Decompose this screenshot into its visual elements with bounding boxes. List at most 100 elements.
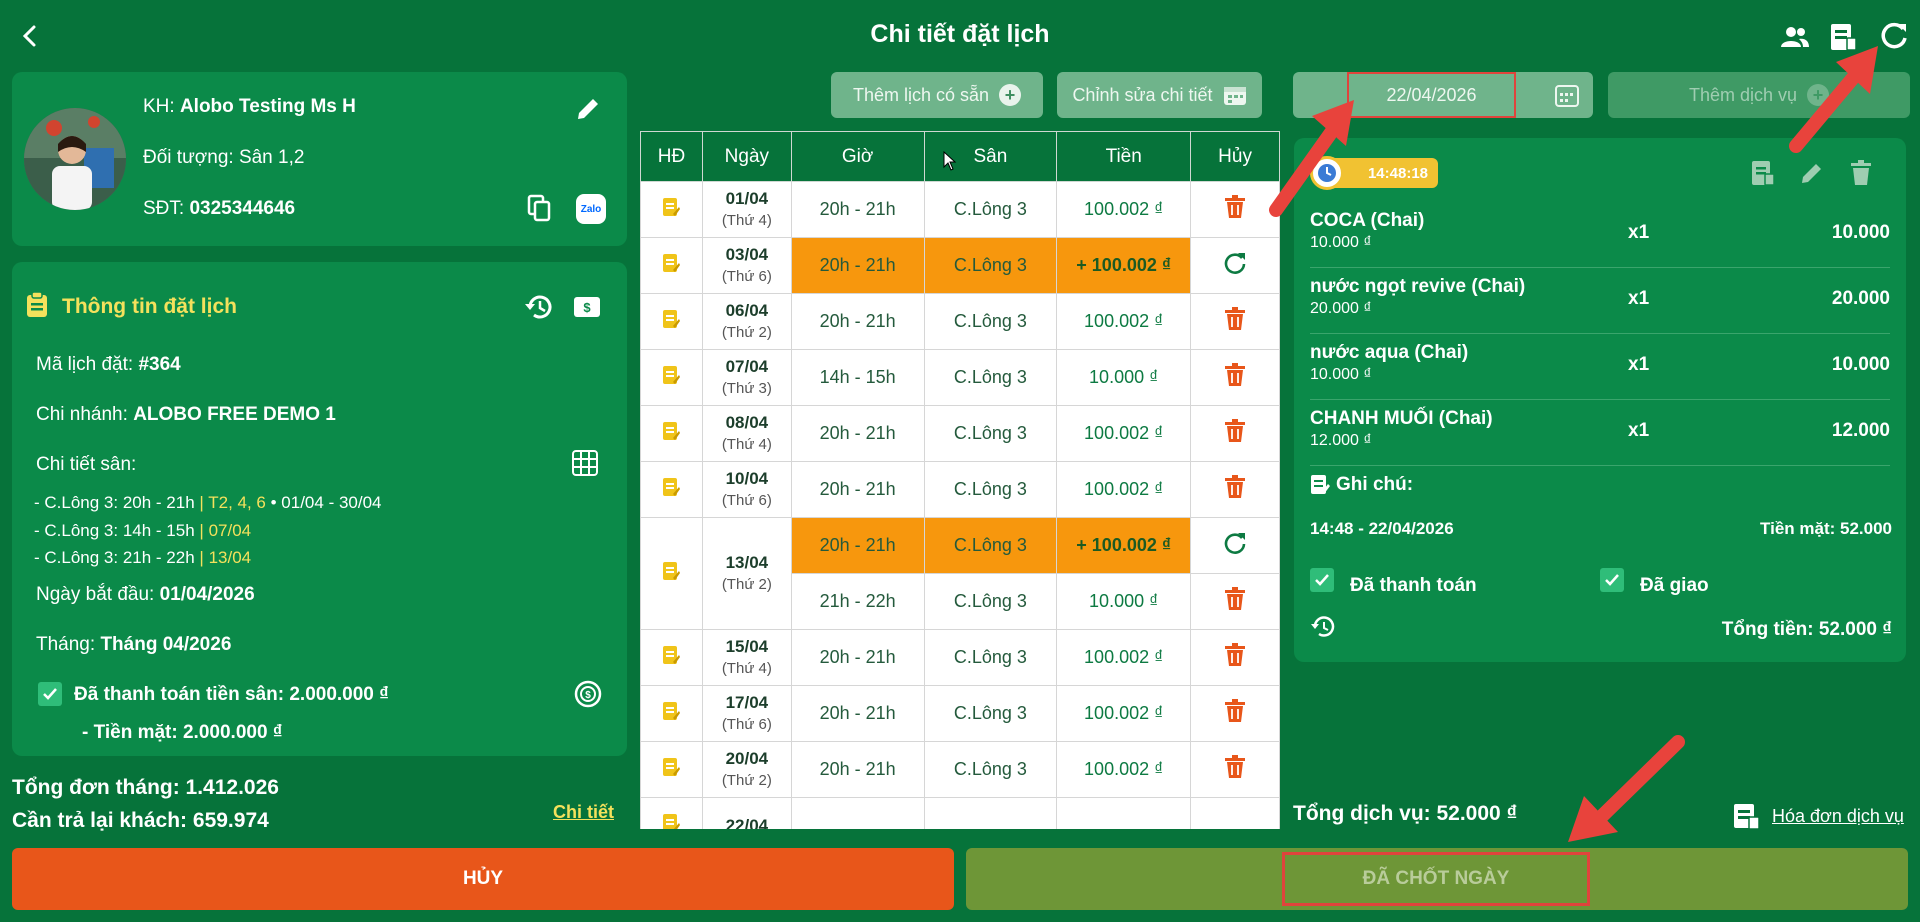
invoice-cell[interactable]	[640, 349, 703, 406]
invoice-cell[interactable]	[640, 293, 703, 350]
invoice-cell[interactable]	[640, 629, 703, 686]
court-grid-button[interactable]	[570, 448, 600, 478]
price-cell: 100.002 ₫	[1056, 629, 1192, 686]
invoice-cell[interactable]	[640, 517, 703, 630]
service-unit-price: 10.000 ₫	[1310, 234, 1372, 251]
date-cell: 07/04 (Thứ 3)	[701, 349, 792, 406]
cancel-row-button[interactable]	[1190, 741, 1280, 798]
receipt-icon	[1831, 24, 1857, 51]
calendar-icon	[1555, 85, 1579, 107]
check-icon	[1315, 574, 1329, 586]
cancel-row-button[interactable]	[1190, 573, 1280, 630]
services-total: Tổng dịch vụ: 52.000 ₫	[1293, 802, 1518, 825]
cancel-row-button[interactable]	[1190, 797, 1280, 829]
cancel-row-button[interactable]	[1190, 629, 1280, 686]
invoice-cell[interactable]	[640, 237, 703, 294]
cancel-row-button[interactable]	[1190, 685, 1280, 742]
service-line-total: 12.000	[1831, 420, 1890, 441]
price-cell: 10.000 ₫	[1056, 349, 1192, 406]
date-cell: 22/04	[701, 797, 792, 829]
service-paid-checkbox[interactable]	[1310, 568, 1334, 592]
cancel-row-button[interactable]	[1190, 293, 1280, 350]
svg-text:$: $	[583, 300, 591, 315]
edit-customer-button[interactable]	[573, 94, 603, 124]
mouse-cursor-icon	[943, 151, 957, 171]
court-cell: C.Lông 3	[923, 741, 1058, 798]
date-picker[interactable]: 22/04/2026	[1293, 72, 1593, 118]
payment-history-button[interactable]: $	[572, 678, 604, 710]
refresh-button[interactable]	[1876, 18, 1912, 54]
court-cell: C.Lông 3	[923, 405, 1058, 462]
court-cell: C.Lông 3	[923, 685, 1058, 742]
customer-name-row: KH: Alobo Testing Ms H	[143, 96, 356, 117]
paid-checkbox[interactable]	[38, 682, 62, 706]
zalo-button[interactable]: Zalo	[576, 194, 606, 224]
invoice-cell[interactable]	[640, 741, 703, 798]
service-name: nước aqua (Chai)	[1310, 342, 1469, 363]
time-cell: 20h - 21h	[790, 293, 925, 350]
service-item: CHANH MUỐI (Chai) 12.000 ₫ x1 12.000	[1310, 400, 1890, 466]
note-icon	[663, 198, 681, 216]
copy-phone-button[interactable]	[524, 192, 554, 224]
cancel-row-button[interactable]	[1190, 349, 1280, 406]
cancel-row-button[interactable]	[1190, 405, 1280, 462]
service-history-button[interactable]	[1308, 612, 1338, 642]
add-schedule-button[interactable]: Thêm lịch có sẵn +	[831, 72, 1043, 118]
price-cell: + 100.002 ₫	[1056, 237, 1192, 294]
court-detail-item: - C.Lông 3: 14h - 15h | 07/04	[34, 520, 252, 540]
restore-button[interactable]	[1190, 237, 1280, 294]
time-cell: 20h - 21h	[790, 517, 925, 574]
note-icon	[663, 646, 681, 664]
service-qty: x1	[1628, 222, 1650, 243]
people-icon	[1781, 27, 1809, 47]
cancel-row-button[interactable]	[1190, 461, 1280, 518]
trash-icon	[1225, 587, 1246, 610]
invoice-cell[interactable]	[640, 181, 703, 238]
service-invoice-link[interactable]: Hóa đơn dịch vụ	[1772, 806, 1904, 827]
edit-service-button[interactable]	[1797, 158, 1827, 188]
month-row: Tháng: Tháng 04/2026	[36, 634, 232, 655]
delivered-checkbox[interactable]	[1600, 568, 1624, 592]
note-icon	[663, 310, 681, 328]
invoice-header-button[interactable]	[1826, 20, 1860, 54]
note-icon	[663, 562, 681, 580]
detail-link[interactable]: Chi tiết	[553, 802, 614, 823]
time-cell: 20h - 21h	[790, 237, 925, 294]
payment-button[interactable]: $	[572, 292, 602, 322]
total-month: Tổng đơn tháng: 1.412.026	[12, 776, 279, 799]
invoice-cell[interactable]	[640, 461, 703, 518]
restore-button[interactable]	[1190, 517, 1280, 574]
date-cell: 06/04 (Thứ 2)	[701, 293, 792, 350]
cancel-row-button[interactable]	[1190, 181, 1280, 238]
price-cell: 100.002 ₫	[1056, 293, 1192, 350]
date-cell: 10/04 (Thứ 6)	[701, 461, 792, 518]
note-icon	[1310, 474, 1330, 496]
cancel-button[interactable]: HỦY	[12, 848, 954, 910]
delete-service-button[interactable]	[1846, 158, 1876, 188]
court-cell: C.Lông 3	[923, 349, 1058, 406]
time-cell: 21h - 22h	[790, 573, 925, 630]
service-item: COCA (Chai) 10.000 ₫ x1 10.000	[1310, 202, 1890, 268]
edit-detail-button[interactable]: Chỉnh sửa chi tiết	[1057, 72, 1262, 118]
time-cell: 20h - 21h	[790, 181, 925, 238]
history-button[interactable]	[522, 290, 556, 324]
add-service-button[interactable]: Thêm dịch vụ +	[1608, 72, 1910, 118]
service-name: CHANH MUỐI (Chai)	[1310, 408, 1493, 429]
date-cell: 13/04 (Thứ 2)	[701, 517, 792, 630]
service-invoice-button[interactable]	[1748, 158, 1778, 188]
closed-day-button[interactable]: ĐÃ CHỐT NGÀY	[966, 848, 1908, 910]
delivered-label: Đã giao	[1640, 575, 1709, 596]
price-cell: 100.002 ₫	[1056, 741, 1192, 798]
invoice-cell[interactable]	[640, 797, 703, 829]
refund-icon: $	[574, 680, 602, 708]
note-icon	[663, 254, 681, 272]
note-icon	[663, 758, 681, 776]
service-qty: x1	[1628, 354, 1650, 375]
customers-button[interactable]	[1778, 22, 1812, 52]
invoice-cell[interactable]	[640, 405, 703, 462]
customer-panel: KH: Alobo Testing Ms H Đối tượng: Sân 1,…	[12, 72, 627, 246]
service-card: 14:48:18 COCA (Chai) 10.000 ₫ x1 10.000 n…	[1294, 138, 1906, 662]
customer-target-row: Đối tượng: Sân 1,2	[143, 147, 305, 168]
start-date: 01/04/2026	[159, 584, 255, 605]
invoice-cell[interactable]	[640, 685, 703, 742]
